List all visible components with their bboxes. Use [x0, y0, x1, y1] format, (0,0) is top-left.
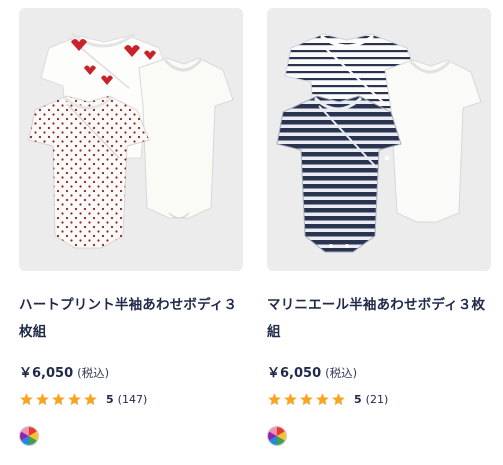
product-image[interactable] — [19, 8, 243, 271]
rating-value: 5 — [106, 392, 114, 406]
rating-count: (147) — [117, 392, 148, 406]
rating-value: 5 — [354, 392, 362, 406]
product-grid: ハートプリント半袖あわせボディ３枚組 ￥6,050 (税込) 5 (147) マ… — [0, 0, 503, 465]
star-icon — [84, 392, 97, 405]
star-icon — [300, 392, 313, 405]
color-swatches — [19, 425, 243, 447]
rating-row[interactable]: 5 (147) — [19, 391, 243, 407]
product-title[interactable]: ハートプリント半袖あわせボディ３枚組 — [19, 292, 243, 346]
star-icon — [284, 392, 297, 405]
star-icon — [36, 392, 49, 405]
product-title[interactable]: マリニエール半袖あわせボディ３枚組 — [267, 292, 491, 346]
color-swatches — [267, 425, 491, 447]
tax-label: (税込) — [325, 366, 358, 380]
rating-count: (21) — [365, 392, 389, 406]
price-row: ￥6,050 (税込) — [19, 362, 243, 381]
price-row: ￥6,050 (税込) — [267, 362, 491, 381]
star-icon — [332, 392, 345, 405]
star-icon — [268, 392, 281, 405]
heart-print-bodysuits-image — [28, 32, 234, 249]
rating-row[interactable]: 5 (21) — [267, 391, 491, 407]
star-icon — [52, 392, 65, 405]
product-price: ￥6,050 — [267, 366, 322, 381]
multicolor-swatch-icon[interactable] — [267, 426, 287, 446]
star-icon — [20, 392, 33, 405]
rating-stars — [19, 392, 98, 407]
star-icon — [316, 392, 329, 405]
multicolor-swatch-icon[interactable] — [19, 426, 39, 446]
product-price: ￥6,050 — [19, 366, 74, 381]
product-image[interactable] — [267, 8, 491, 271]
rating-stars — [267, 392, 346, 407]
product-card[interactable]: マリニエール半袖あわせボディ３枚組 ￥6,050 (税込) 5 (21) — [267, 8, 491, 447]
striped-bodysuits-image — [276, 33, 482, 253]
star-icon — [68, 392, 81, 405]
tax-label: (税込) — [77, 366, 110, 380]
product-card[interactable]: ハートプリント半袖あわせボディ３枚組 ￥6,050 (税込) 5 (147) — [19, 8, 243, 447]
